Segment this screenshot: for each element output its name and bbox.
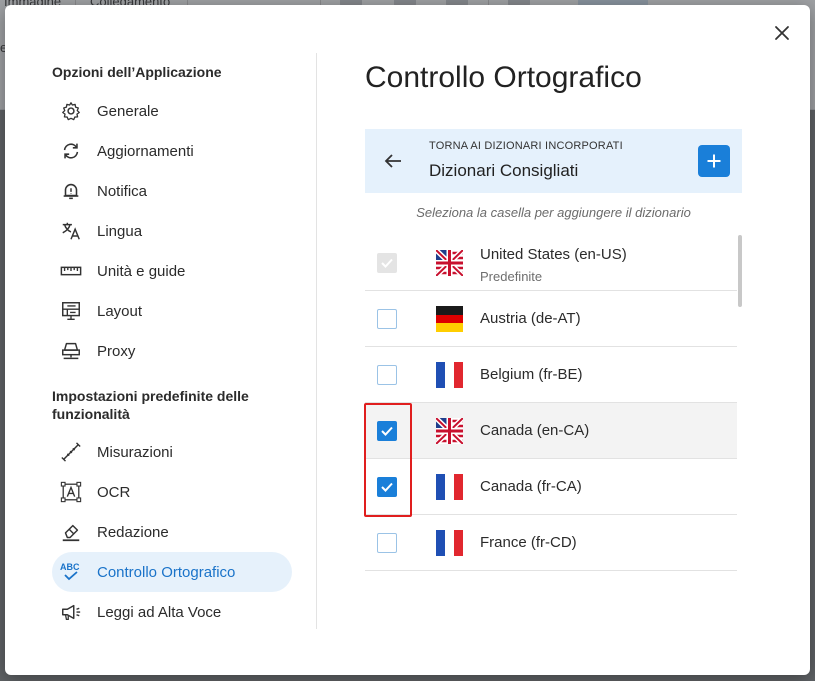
back-button[interactable]: [379, 147, 407, 175]
sidebar-item-label: Leggi ad Alta Voce: [97, 603, 222, 621]
list-item: United States (en-US) Predefinite: [365, 235, 737, 291]
dictionary-checkbox[interactable]: [377, 308, 397, 329]
list-item: Belgium (fr-BE): [365, 347, 737, 403]
us-uk-flag-icon: [436, 417, 463, 444]
add-dictionary-button[interactable]: [698, 145, 730, 177]
sidebar-item-measurements[interactable]: Misurazioni: [52, 432, 292, 472]
sidebar-item-label: Aggiornamenti: [97, 142, 194, 160]
checkmark-icon: [381, 258, 393, 268]
sidebar-item-notifications[interactable]: Notifica: [52, 171, 292, 211]
section-title-app-options: Opzioni dell’Applicazione: [52, 64, 222, 80]
close-button[interactable]: [771, 22, 793, 44]
france-flag-icon: [436, 361, 463, 388]
proxy-icon: [59, 339, 83, 363]
dictionary-header: TORNA AI DIZIONARI INCORPORATI Dizionari…: [365, 129, 742, 193]
dictionary-checkbox: [377, 252, 397, 273]
list-scrollbar[interactable]: [738, 235, 742, 307]
instruction-hint: Seleziona la casella per aggiungere il d…: [416, 205, 691, 220]
megaphone-icon: [59, 600, 83, 624]
layout-icon: [59, 299, 83, 323]
checkmark-icon: [381, 426, 393, 436]
sidebar-item-layout[interactable]: Layout: [52, 291, 292, 331]
arrow-left-icon: [384, 154, 401, 168]
dictionary-name: United States (en-US): [480, 246, 627, 263]
close-icon: [775, 26, 789, 40]
preferences-dialog: Opzioni dell’Applicazione Generale Aggio…: [5, 5, 810, 675]
dictionary-name: Austria (de-AT): [480, 310, 581, 327]
list-item: France (fr-CD): [365, 515, 737, 571]
back-to-builtin-link[interactable]: TORNA AI DIZIONARI INCORPORATI: [429, 140, 623, 152]
list-item: Austria (de-AT): [365, 291, 737, 347]
bell-icon: [59, 179, 83, 203]
sidebar-item-label: Unità e guide: [97, 262, 186, 280]
sidebar-item-label: Lingua: [97, 222, 143, 240]
sidebar-item-label: Misurazioni: [97, 443, 173, 461]
sidebar-item-label: Proxy: [97, 342, 136, 360]
france-flag-icon: [436, 529, 463, 556]
dictionary-checkbox[interactable]: [377, 476, 397, 497]
refresh-icon: [59, 139, 83, 163]
list-item: Canada (fr-CA): [365, 459, 737, 515]
us-uk-flag-icon: [436, 249, 463, 276]
dictionary-list: United States (en-US) Predefinite Austri…: [365, 235, 737, 575]
gear-icon: [59, 99, 83, 123]
sidebar-item-ocr[interactable]: OCR: [52, 472, 292, 512]
page-title: Controllo Ortografico: [365, 61, 642, 94]
plus-icon: [707, 154, 721, 168]
svg-text:ABC: ABC: [60, 562, 80, 572]
sidebar-item-label: Redazione: [97, 523, 169, 541]
sidebar-item-units[interactable]: Unità e guide: [52, 251, 292, 291]
section-title-feature-defaults: Impostazioni predefinite delle funzional…: [52, 388, 249, 422]
sidebar: Opzioni dell’Applicazione Generale Aggio…: [52, 53, 322, 633]
sidebar-item-proxy[interactable]: Proxy: [52, 331, 292, 371]
sidebar-item-label: OCR: [97, 483, 131, 501]
measure-icon: [59, 440, 83, 464]
sidebar-item-language[interactable]: Lingua: [52, 211, 292, 251]
translate-icon: [59, 219, 83, 243]
dictionary-name: Belgium (fr-BE): [480, 366, 583, 383]
sidebar-item-spellcheck[interactable]: ABC Controllo Ortografico: [52, 552, 292, 592]
sidebar-item-read-aloud[interactable]: Leggi ad Alta Voce: [52, 592, 292, 632]
sidebar-item-label: Layout: [97, 302, 143, 320]
ruler-icon: [59, 259, 83, 283]
sidebar-item-label: Notifica: [97, 182, 148, 200]
dictionary-default-label: Predefinite: [480, 269, 543, 284]
sidebar-item-updates[interactable]: Aggiornamenti: [52, 131, 292, 171]
sidebar-item-label: Generale: [97, 102, 159, 120]
eraser-icon: [59, 520, 83, 544]
list-item: Canada (en-CA): [365, 403, 737, 459]
germany-flag-icon: [436, 305, 463, 332]
checkmark-icon: [381, 482, 393, 492]
ocr-icon: [59, 480, 83, 504]
dictionary-checkbox[interactable]: [377, 532, 397, 553]
sidebar-divider: [316, 53, 317, 629]
sidebar-item-label: Controllo Ortografico: [97, 563, 236, 581]
dictionary-checkbox[interactable]: [377, 364, 397, 385]
sidebar-item-redaction[interactable]: Redazione: [52, 512, 292, 552]
dictionary-name: Canada (fr-CA): [480, 478, 582, 495]
spellcheck-icon: ABC: [59, 560, 83, 584]
france-flag-icon: [436, 473, 463, 500]
dictionary-name: Canada (en-CA): [480, 422, 590, 439]
header-title: Dizionari Consigliati: [429, 161, 579, 180]
dictionary-name: France (fr-CD): [480, 534, 577, 551]
dictionary-checkbox[interactable]: [377, 420, 397, 441]
sidebar-item-general[interactable]: Generale: [52, 91, 292, 131]
